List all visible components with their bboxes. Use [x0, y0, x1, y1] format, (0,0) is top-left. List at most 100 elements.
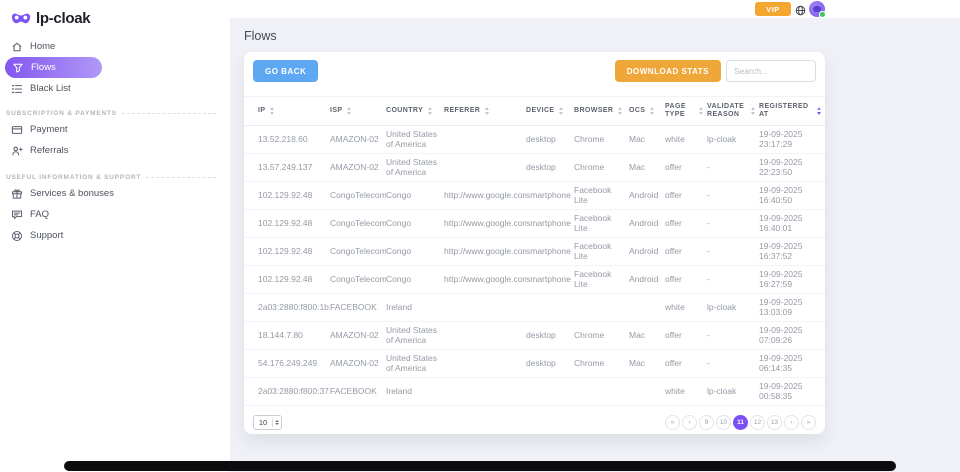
- list-icon: [11, 83, 23, 95]
- table-cell: 19-09-2025 22:23:50: [759, 154, 825, 181]
- table-cell: Facebook Lite: [574, 238, 629, 265]
- sort-icon[interactable]: [347, 107, 351, 115]
- sidebar-item-flows[interactable]: Flows: [5, 57, 102, 78]
- column-header-page-type[interactable]: PAGE TYPE: [665, 97, 707, 125]
- column-header-referer[interactable]: REFERER: [444, 97, 526, 125]
- sidebar-item-services-bonuses[interactable]: Services & bonuses: [0, 183, 230, 204]
- column-header-ip[interactable]: IP: [258, 97, 330, 125]
- sidebar-item-black-list[interactable]: Black List: [0, 78, 230, 99]
- table-cell: 19-09-2025 07:09:26: [759, 322, 825, 349]
- page-11-button[interactable]: 11: [733, 415, 748, 430]
- table-cell: smartphone: [526, 238, 574, 265]
- logo[interactable]: lp-cloak: [0, 0, 230, 30]
- sidebar-item-label: Referrals: [30, 145, 69, 156]
- table-cell: http://www.google.com/: [444, 210, 526, 237]
- column-label: BROWSER: [574, 107, 613, 116]
- sort-icon[interactable]: [699, 107, 703, 115]
- table-cell: [526, 378, 574, 405]
- table-cell: -: [707, 266, 759, 293]
- column-header-ocs[interactable]: OCS: [629, 97, 665, 125]
- page-9-button[interactable]: 9: [699, 415, 714, 430]
- sort-icon[interactable]: [751, 107, 755, 115]
- column-label: DEVICE: [526, 107, 554, 116]
- sort-icon[interactable]: [817, 107, 821, 115]
- table-cell: [444, 154, 526, 181]
- life-ring-icon: [11, 230, 23, 242]
- table-cell: white: [665, 294, 707, 321]
- table-cell: Mac: [629, 126, 665, 153]
- first-page-button[interactable]: «: [665, 415, 680, 430]
- table-cell: desktop: [526, 322, 574, 349]
- sort-icon[interactable]: [559, 107, 563, 115]
- table-cell: smartphone: [526, 210, 574, 237]
- page-13-button[interactable]: 13: [767, 415, 782, 430]
- download-stats-button[interactable]: DOWNLOAD STATS: [615, 60, 721, 82]
- column-label: REGISTERED AT: [759, 103, 812, 120]
- table-cell: [444, 350, 526, 377]
- table-cell: Chrome: [574, 154, 629, 181]
- table-cell: 19-09-2025 00:58:35: [759, 378, 825, 405]
- sort-icon[interactable]: [270, 107, 274, 115]
- bottom-bar: [64, 461, 896, 471]
- table-cell: Ireland: [386, 378, 444, 405]
- table-cell: AMAZON-02: [330, 126, 386, 153]
- sidebar-item-label: Payment: [30, 124, 68, 135]
- user-avatar[interactable]: [809, 1, 825, 17]
- table-row: 2a03:2880:f800:37::FACEBOOKIrelandwhitel…: [244, 378, 825, 406]
- home-icon: [11, 41, 23, 53]
- column-header-isp[interactable]: ISP: [330, 97, 386, 125]
- last-page-button[interactable]: »: [801, 415, 816, 430]
- sidebar-item-home[interactable]: Home: [0, 36, 230, 57]
- sidebar-item-faq[interactable]: FAQ: [0, 204, 230, 225]
- vip-button[interactable]: VIP: [755, 2, 791, 16]
- page-12-button[interactable]: 12: [750, 415, 765, 430]
- sidebar-item-support[interactable]: Support: [0, 225, 230, 246]
- sort-icon[interactable]: [485, 107, 489, 115]
- sidebar-item-label: Home: [30, 41, 55, 52]
- table-cell: http://www.google.com/: [444, 266, 526, 293]
- language-globe-icon[interactable]: [795, 3, 806, 14]
- table-cell: Ireland: [386, 294, 444, 321]
- table-cell: Chrome: [574, 126, 629, 153]
- table-cell: United States of America: [386, 126, 444, 153]
- table-cell: -: [707, 182, 759, 209]
- table-row: 102.129.92.48CongoTelecomCongohttp://www…: [244, 238, 825, 266]
- table-cell: 19-09-2025 16:40:50: [759, 182, 825, 209]
- section-label: SUBSCRIPTION & PAYMENTS: [6, 110, 117, 117]
- column-header-device[interactable]: DEVICE: [526, 97, 574, 125]
- table-cell: AMAZON-02: [330, 350, 386, 377]
- page-10-button[interactable]: 10: [716, 415, 731, 430]
- sidebar-item-payment[interactable]: Payment: [0, 119, 230, 140]
- sort-icon[interactable]: [650, 107, 654, 115]
- sort-icon[interactable]: [428, 107, 432, 115]
- sidebar-section-subscription: SUBSCRIPTION & PAYMENTS: [6, 107, 230, 119]
- search-input[interactable]: [726, 60, 816, 82]
- table-cell: 102.129.92.48: [258, 182, 330, 209]
- column-header-country[interactable]: COUNTRY: [386, 97, 444, 125]
- next-page-button[interactable]: ›: [784, 415, 799, 430]
- table-cell: lp-cloak: [707, 378, 759, 405]
- table-cell: offer: [665, 238, 707, 265]
- table-cell: 102.129.92.48: [258, 266, 330, 293]
- page-size-select[interactable]: 10: [253, 415, 282, 430]
- go-back-button[interactable]: GO BACK: [253, 60, 318, 82]
- column-header-browser[interactable]: BROWSER: [574, 97, 629, 125]
- table-cell: desktop: [526, 126, 574, 153]
- column-header-registered-at[interactable]: REGISTERED AT: [759, 97, 825, 125]
- sidebar-item-label: Services & bonuses: [30, 188, 114, 199]
- table-cell: -: [707, 210, 759, 237]
- table-cell: 19-09-2025 16:40:01: [759, 210, 825, 237]
- table-cell: 19-09-2025 23:17:29: [759, 126, 825, 153]
- logo-text: lp-cloak: [36, 10, 90, 27]
- sidebar-nav: Home Flows Black List SUBSCRIPTION & PAY…: [0, 36, 230, 246]
- column-label: OCS: [629, 107, 645, 116]
- sort-icon[interactable]: [618, 107, 622, 115]
- table-cell: 102.129.92.48: [258, 238, 330, 265]
- sidebar-item-referrals[interactable]: Referrals: [0, 140, 230, 161]
- column-header-validate-reason[interactable]: VALIDATE REASON: [707, 97, 759, 125]
- section-label: USEFUL INFORMATION & SUPPORT: [6, 174, 141, 181]
- table-row: 102.129.92.48CongoTelecomCongohttp://www…: [244, 210, 825, 238]
- prev-page-button[interactable]: ‹: [682, 415, 697, 430]
- table-cell: smartphone: [526, 182, 574, 209]
- table-cell: Android: [629, 210, 665, 237]
